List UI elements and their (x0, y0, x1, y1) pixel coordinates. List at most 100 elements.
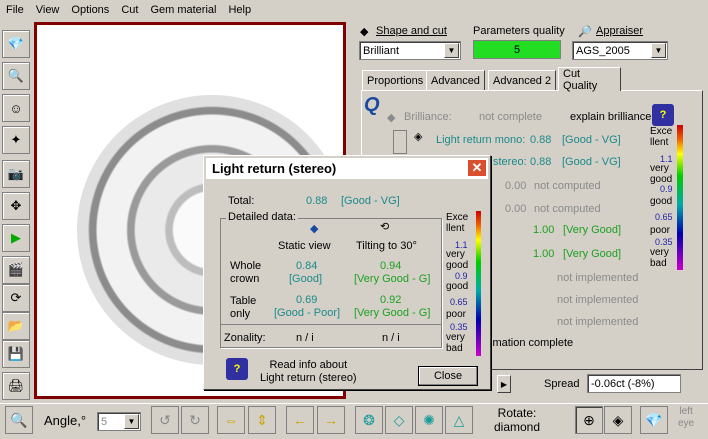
record-icon[interactable]: 🎬 (2, 256, 30, 284)
tab-proportions[interactable]: Proportions (362, 70, 429, 90)
save-icon[interactable]: 💾 (2, 340, 30, 368)
not-implemented-2: not implemented (557, 294, 639, 306)
rotate-record-icon[interactable]: ⟳ (2, 284, 30, 312)
estimation-status: imation complete (490, 337, 574, 349)
close-icon[interactable]: ✕ (467, 159, 487, 177)
help-book-icon[interactable]: ? (226, 358, 248, 380)
wc-static-grade: [Good] (289, 273, 323, 285)
stereo-label: stereo: (493, 156, 527, 168)
brilliance-icon: ◆ (387, 112, 396, 124)
menu-cut[interactable]: Cut (115, 4, 144, 16)
menu-file[interactable]: File (0, 4, 30, 16)
menu-gem-material[interactable]: Gem material (144, 4, 222, 16)
tab-advanced-2[interactable]: Advanced 2 (488, 70, 557, 90)
to-static-value: 0.69 (296, 294, 318, 306)
menu-options[interactable]: Options (65, 4, 115, 16)
spread-label: Spread (544, 378, 580, 390)
brilliance-value: not complete (479, 111, 542, 123)
table-only-label: Table only (230, 295, 257, 320)
q-logo-icon: Q (364, 94, 380, 116)
dscale-very-bad: very bad (446, 332, 465, 354)
move-icon[interactable]: ✥ (2, 192, 30, 220)
total-grade: [Good - VG] (341, 195, 400, 207)
scale-very-good: very good (650, 163, 673, 185)
whole-crown-label: Whole crown (230, 260, 262, 285)
not-implemented-3: not implemented (557, 316, 639, 328)
row3-value: 0.00 (505, 180, 527, 192)
light-icon[interactable]: ✦ (2, 126, 30, 154)
help-book-icon[interactable]: ? (652, 104, 674, 126)
zoom-icon[interactable]: 🔍 (5, 406, 33, 434)
not-implemented-1: not implemented (557, 272, 639, 284)
row4-value: 0.00 (505, 203, 527, 215)
stereo-grade: [Good - VG] (562, 156, 621, 168)
close-button[interactable]: Close (418, 366, 478, 386)
tilting-label: Tilting to 30° (356, 240, 417, 252)
wc-tilt-grade: [Very Good - G] (354, 273, 431, 285)
mono-value: 0.88 (530, 134, 552, 146)
tab-advanced[interactable]: Advanced (426, 70, 485, 90)
move-left-icon[interactable]: ← (286, 406, 314, 434)
appraiser-select[interactable]: AGS_2005 ▼ (572, 41, 668, 60)
left-eye-label[interactable]: left eye (678, 406, 694, 430)
scale-excellent: Exce llent (650, 126, 673, 148)
params-quality-value: 5 (473, 40, 561, 59)
row6-grade: [Very Good] (563, 248, 622, 260)
brilliance-label: Brilliance: (404, 111, 452, 123)
gem-select-icon[interactable]: 💎 (2, 30, 30, 58)
rotate-ccw-icon[interactable]: ↺ (151, 406, 179, 434)
slider-track[interactable] (393, 130, 407, 154)
menu-bar: File View Options Cut Gem material Help (0, 0, 708, 19)
move-right-icon[interactable]: → (317, 406, 345, 434)
tab-cut-quality[interactable]: Cut Quality (558, 67, 621, 92)
gem-icon[interactable]: 💎 (640, 406, 668, 434)
dscale-good: good (446, 281, 469, 292)
profile-view-icon[interactable]: △ (445, 406, 473, 434)
total-label: Total: (228, 195, 255, 207)
explain-brilliance[interactable]: explain brilliance (570, 111, 651, 123)
read-info-label[interactable]: Read info about Light return (stereo) (260, 359, 357, 385)
zonality-static: n / i (296, 332, 314, 344)
row6-value: 1.00 (533, 248, 555, 260)
side-view-icon[interactable]: ◇ (385, 406, 413, 434)
zonality-label: Zonality: (224, 332, 266, 344)
appraiser-label: Appraiser (596, 25, 644, 37)
static-view-label: Static view (278, 240, 331, 252)
mono-grade: [Good - VG] (562, 134, 621, 146)
crosshair-icon[interactable]: ⊕ (575, 406, 603, 434)
scale-very-bad: very bad (650, 247, 669, 269)
dscale-poor: poor (446, 309, 467, 320)
scale-tick-2: 0.9 (660, 184, 673, 194)
search-icon[interactable]: 🔍 (2, 62, 30, 90)
menu-help[interactable]: Help (222, 4, 257, 16)
face-icon[interactable]: ☺ (2, 94, 30, 122)
flip-v-icon[interactable]: ⇕ (248, 406, 276, 434)
scale-tick-3: 0.65 (655, 212, 673, 222)
chevron-down-icon: ▼ (124, 414, 139, 429)
row5-value: 1.00 (533, 224, 555, 236)
mono-icon: ◈ (414, 131, 423, 143)
rotate-label: Rotate: diamond (494, 406, 541, 434)
chevron-down-icon: ▼ (444, 43, 459, 58)
angle-select[interactable]: 5 ▼ (97, 412, 141, 431)
rotate-cw-icon[interactable]: ↻ (181, 406, 209, 434)
row4-status: not computed (534, 203, 601, 215)
menu-view[interactable]: View (30, 4, 66, 16)
dscale-tick-2: 0.9 (455, 271, 468, 281)
camera-icon[interactable]: 📷 (2, 160, 30, 188)
printer-icon[interactable]: 🖨 (2, 372, 30, 400)
top-view-icon[interactable]: ❂ (355, 406, 383, 434)
static-view-icon: ◆ (310, 223, 319, 235)
row5-grade: [Very Good] (563, 224, 622, 236)
diamond-rotate-icon[interactable]: ◈ (604, 406, 632, 434)
shape-select[interactable]: Brilliant ▼ (359, 41, 461, 60)
open-folder-icon[interactable]: 📂 (2, 312, 30, 340)
dscale-excellent: Exce llent (446, 212, 469, 234)
scale-good: good (650, 196, 673, 207)
row3-status: not computed (534, 180, 601, 192)
bottom-view-icon[interactable]: ✺ (415, 406, 443, 434)
play-icon[interactable]: ▶ (2, 224, 30, 252)
flip-h-icon[interactable]: ⇔ (217, 406, 245, 434)
appraiser-icon: 🔎 (578, 26, 592, 38)
arrow-right-button[interactable]: ▶ (497, 375, 511, 393)
